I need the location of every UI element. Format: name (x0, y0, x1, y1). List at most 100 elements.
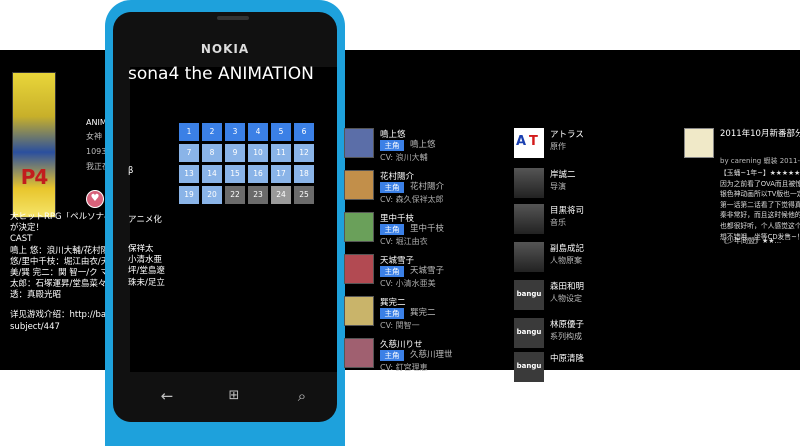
staff-role: 人物设定 (550, 294, 582, 303)
episode-button[interactable]: 25 (294, 186, 314, 204)
windows-logo-icon[interactable]: ⊞ (222, 384, 246, 408)
episode-button[interactable]: 18 (294, 165, 314, 183)
screen-label-b: β (128, 166, 134, 176)
character-row[interactable]: 花村陽介 主角 花村陽介 CV: 森久保祥太郎 (344, 170, 509, 208)
screen-label-anime: アニメ化 (128, 215, 162, 225)
character-row[interactable]: 久慈川りせ 主角 久慈川理世 CV: 釘宮理恵 (344, 338, 509, 376)
search-icon[interactable]: ⌕ (290, 384, 314, 408)
character-jp-name: 久慈川理世 (410, 350, 453, 360)
character-thumbnail (344, 338, 374, 368)
character-role-badge: 主角 (380, 350, 404, 361)
episode-button[interactable]: 5 (271, 123, 291, 141)
character-row[interactable]: 巽完二 主角 巽完二 CV: 関智一 (344, 296, 509, 334)
bangumi-placeholder-icon: bangu (514, 318, 544, 348)
character-voice-actor: CV: 小清水亜美 (380, 279, 436, 288)
episode-button[interactable]: 6 (294, 123, 314, 141)
episode-button[interactable]: 23 (248, 186, 268, 204)
episode-button[interactable]: 16 (248, 165, 268, 183)
episode-grid: 1 2 3 4 5 6 7 8 9 10 11 12 13 14 15 16 17 18 19 20 22 23 24 25 (179, 123, 319, 204)
character-voice-actor: CV: 関智一 (380, 321, 420, 330)
episode-button[interactable]: 1 (179, 123, 199, 141)
staff-name: 目黒将司 (550, 206, 585, 216)
staff-role: 人物原案 (550, 256, 582, 265)
staff-photo (514, 242, 544, 272)
character-jp-name: 花村陽介 (410, 182, 445, 192)
episode-button[interactable]: 10 (248, 144, 268, 162)
character-jp-name: 鳴上悠 (410, 140, 436, 150)
staff-role: 系列构成 (550, 332, 582, 341)
bangumi-placeholder-icon: bangu (514, 280, 544, 310)
speaker-grille (217, 16, 249, 20)
detail-link[interactable]: 详见游戏介绍：http://bang subject/447 (10, 309, 110, 333)
blog-avatar (684, 128, 714, 158)
episode-button[interactable]: 12 (294, 144, 314, 162)
episode-button[interactable]: 2 (202, 123, 222, 141)
staff-role: 原作 (550, 142, 566, 151)
character-role-badge: 主角 (380, 308, 404, 319)
episode-button[interactable]: 3 (225, 123, 245, 141)
back-arrow-icon[interactable]: ← (155, 384, 179, 408)
episode-button[interactable]: 7 (179, 144, 199, 162)
character-jp-name: 天城雪子 (410, 266, 445, 276)
character-row[interactable]: 里中千枝 主角 里中千枝 CV: 堀江由衣 (344, 212, 509, 250)
favorite-heart-icon[interactable]: ♥ (86, 190, 104, 208)
character-voice-actor: CV: 釘宮理恵 (380, 363, 428, 372)
episode-button[interactable]: 19 (179, 186, 199, 204)
character-thumbnail (344, 128, 374, 158)
staff-row[interactable]: bangu 森田和明人物设定 (514, 280, 644, 314)
character-voice-actor: CV: 堀江由衣 (380, 237, 428, 246)
character-name: 里中千枝 (380, 214, 415, 224)
staff-role: 音乐 (550, 218, 566, 227)
episode-button[interactable]: 11 (271, 144, 291, 162)
staff-row[interactable]: 岸誠二 导演 (514, 168, 644, 202)
character-name: 久慈川りせ (380, 340, 423, 350)
staff-row[interactable]: 目黒将司 音乐 (514, 204, 644, 238)
episode-button[interactable]: 15 (225, 165, 245, 183)
episode-button[interactable]: 4 (248, 123, 268, 141)
nokia-logo: NOKIA (200, 42, 250, 56)
anime-poster-image: P4 (12, 72, 56, 218)
staff-name: 岸誠二 (550, 170, 576, 180)
screen-cast-text: 保祥太 小清水亜 坪/堂島遼 珠未/足立 (128, 244, 165, 288)
episode-button[interactable]: 8 (202, 144, 222, 162)
blog-title[interactable]: 2011年10月新番部分 ② (720, 128, 800, 140)
staff-name: 森田和明 (550, 282, 585, 292)
panorama-screenshot: P4 ANIM 女神 1093 我正在 ♥ 大ヒットRPG「ペルソナ4 が決定！… (0, 0, 800, 446)
anime-description: 大ヒットRPG「ペルソナ4 が決定！ CAST 鳴上 悠：浪川大輔/花村陽 悠/… (10, 212, 110, 301)
character-row[interactable]: 鳴上悠 主角 鳴上悠 CV: 浪川大輔 (344, 128, 509, 166)
character-name: 天城雪子 (380, 256, 415, 266)
staff-photo (514, 168, 544, 198)
episode-button[interactable]: 24 (271, 186, 291, 204)
poster-logo-text: P4 (20, 165, 49, 189)
character-row[interactable]: 天城雪子 主角 天城雪子 CV: 小清水亜美 (344, 254, 509, 292)
episode-button[interactable]: 9 (225, 144, 245, 162)
character-jp-name: 里中千枝 (410, 224, 445, 234)
anime-meta-line-1: 女神 (86, 132, 102, 141)
episode-button[interactable]: 20 (202, 186, 222, 204)
episode-button[interactable]: 14 (202, 165, 222, 183)
blog-body: 【玉蛹~1年~】★★★★★★ 因为之前看了OVA而且被惊 银色神动画所以TV版也… (720, 169, 800, 241)
staff-row[interactable]: bangu 林原優子系列构成 (514, 318, 644, 352)
character-role-badge: 主角 (380, 182, 404, 193)
blog-author: by carening 蝦装 2011-10 (720, 157, 800, 165)
character-role-badge: 主角 (380, 140, 404, 151)
staff-name: 林原優子 (550, 320, 585, 330)
softkey-bar: ← ⊞ ⌕ (130, 384, 337, 410)
episode-button[interactable]: 13 (179, 165, 199, 183)
character-voice-actor: CV: 浪川大輔 (380, 153, 428, 162)
staff-name: 副島成記 (550, 244, 585, 254)
character-thumbnail (344, 170, 374, 200)
staff-row[interactable]: 副島成記 人物原案 (514, 242, 644, 276)
character-thumbnail (344, 296, 374, 326)
bangumi-placeholder-icon: bangu (514, 352, 544, 382)
staff-name: 中原清隆 (550, 354, 585, 364)
character-name: 花村陽介 (380, 172, 415, 182)
character-thumbnail (344, 254, 374, 284)
character-role-badge: 主角 (380, 224, 404, 235)
staff-row[interactable]: bangu 中原清隆 (514, 352, 644, 386)
page-title: sona4 the ANIMATION (128, 64, 314, 84)
staff-row[interactable]: A T アトラス 原作 (514, 128, 644, 162)
atlus-logo-icon: AT (514, 128, 544, 158)
episode-button[interactable]: 17 (271, 165, 291, 183)
episode-button[interactable]: 22 (225, 186, 245, 204)
